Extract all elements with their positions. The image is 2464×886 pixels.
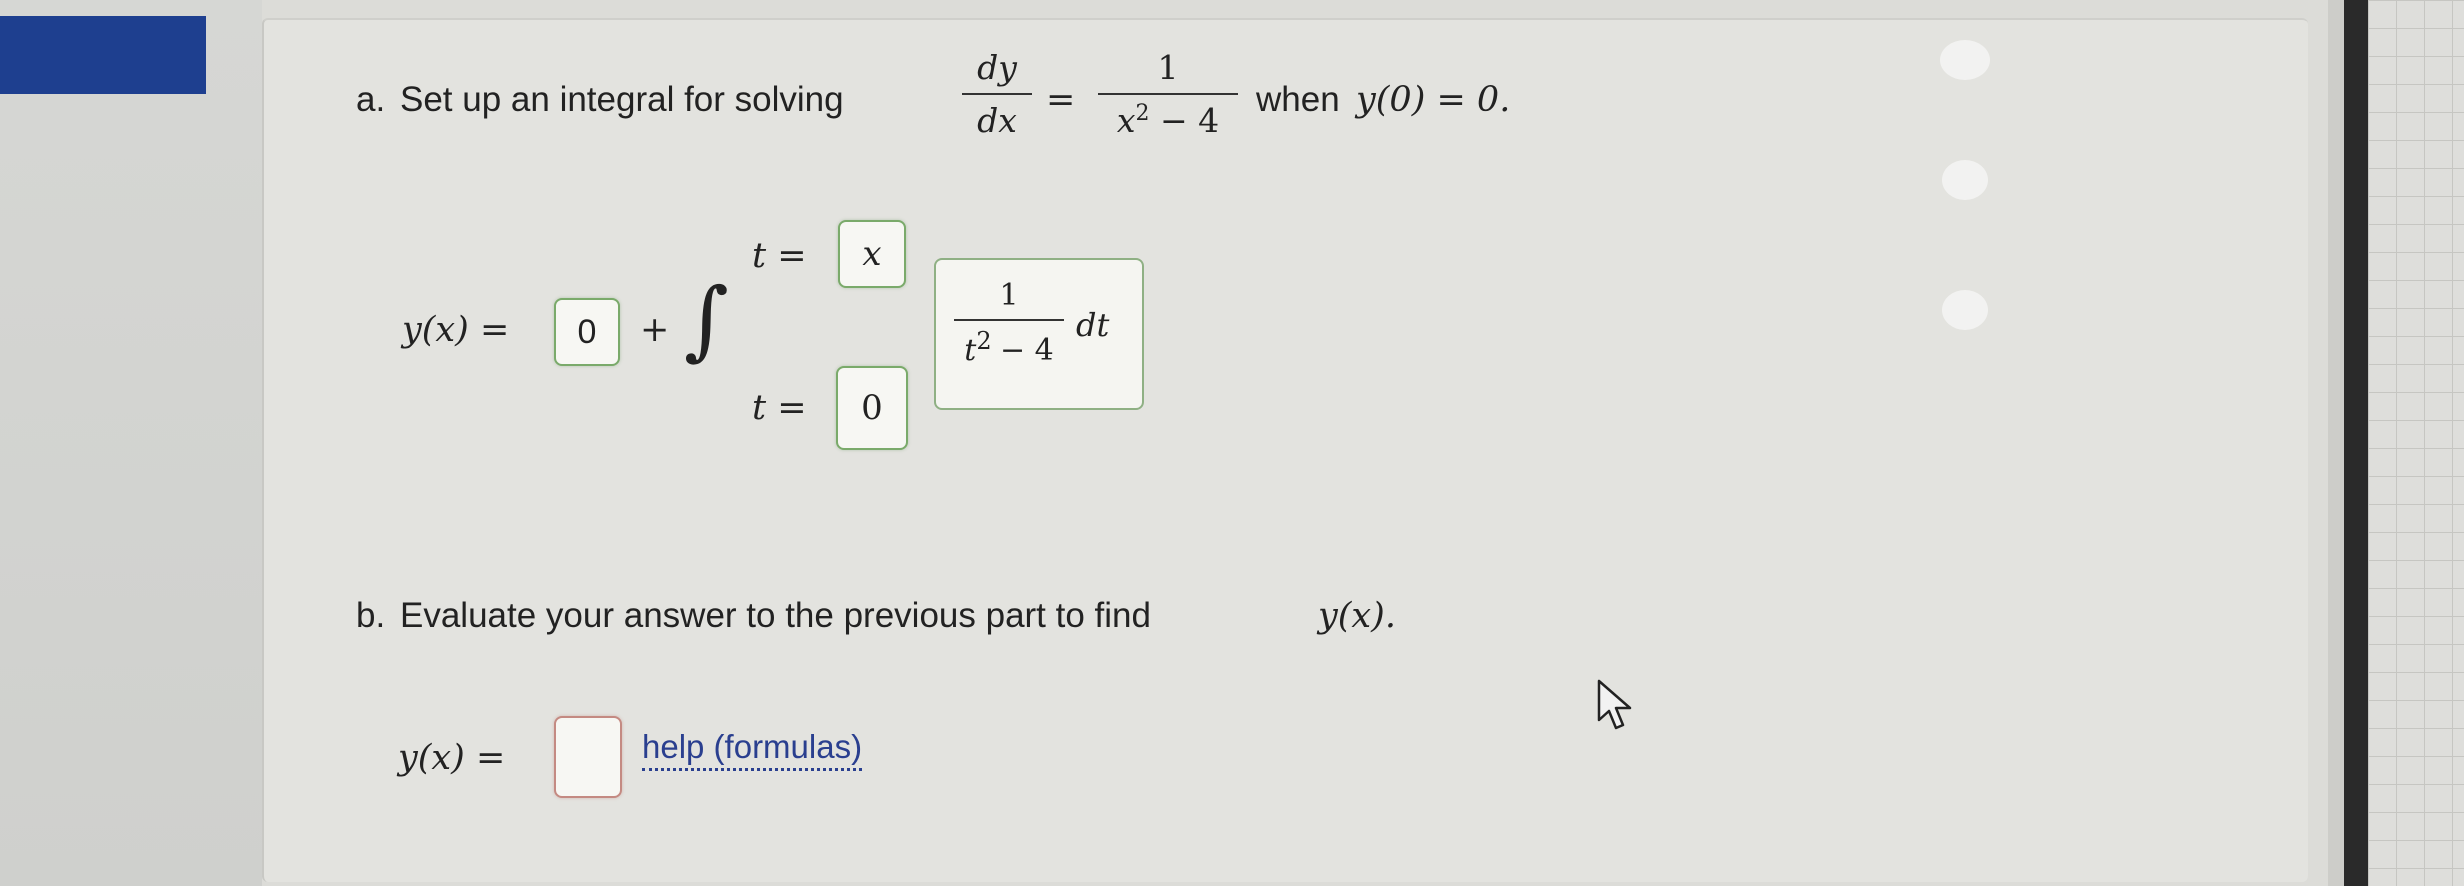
dy-dx-fraction: dy dx <box>962 48 1032 140</box>
part-b-prompt: Evaluate your answer to the previous par… <box>400 596 1151 635</box>
plus-sign: + <box>640 310 670 350</box>
integrand-fraction: 1 t2 − 4 <box>954 278 1064 368</box>
part-b-target: y(x). <box>1318 596 1396 636</box>
rhs-denominator: x2 − 4 <box>1116 101 1220 140</box>
rhs-numerator: 1 <box>1157 48 1179 87</box>
dy-numerator: dy <box>977 48 1017 87</box>
lower-limit-label: t = <box>752 388 807 428</box>
left-gutter <box>0 0 262 886</box>
answer-lhs: y(x) = <box>398 738 506 778</box>
screen-glare <box>1940 40 1990 80</box>
constant-input[interactable]: 0 <box>554 298 620 366</box>
dx-denominator: dx <box>977 101 1017 140</box>
screen-glare <box>1942 160 1988 200</box>
answer-input[interactable] <box>554 716 622 798</box>
integrand-numerator: 1 <box>999 278 1019 313</box>
upper-limit-input[interactable]: x <box>838 220 906 288</box>
scrollbar-track[interactable] <box>2344 0 2368 886</box>
rhs-fraction: 1 x2 − 4 <box>1098 48 1238 140</box>
fraction-bar <box>962 93 1032 95</box>
part-b-label: b. <box>356 596 386 635</box>
part-a-label: a. <box>356 80 386 119</box>
fraction-bar <box>1098 93 1238 95</box>
mouse-pointer-icon <box>1597 679 1632 730</box>
fraction-bar <box>954 319 1064 321</box>
y-of-x-lhs: y(x) = <box>402 310 510 350</box>
equals-sign: = <box>1046 80 1076 120</box>
nav-tab[interactable] <box>0 16 206 94</box>
part-a-prompt: Set up an integral for solving <box>400 80 844 119</box>
lower-limit-input[interactable]: 0 <box>836 366 908 450</box>
initial-condition: y(0) = 0. <box>1356 80 1511 120</box>
integrand-input[interactable]: 1 t2 − 4 dt <box>934 258 1144 410</box>
screen-glare <box>1942 290 1988 330</box>
help-formulas-link[interactable]: help (formulas) <box>642 728 863 771</box>
integrand-denominator: t2 − 4 <box>964 327 1054 368</box>
when-text: when <box>1256 80 1340 119</box>
upper-limit-label: t = <box>752 236 807 276</box>
dt-differential: dt <box>1076 306 1110 344</box>
background-grid <box>2368 0 2464 886</box>
integral-sign: ∫ <box>684 270 729 370</box>
